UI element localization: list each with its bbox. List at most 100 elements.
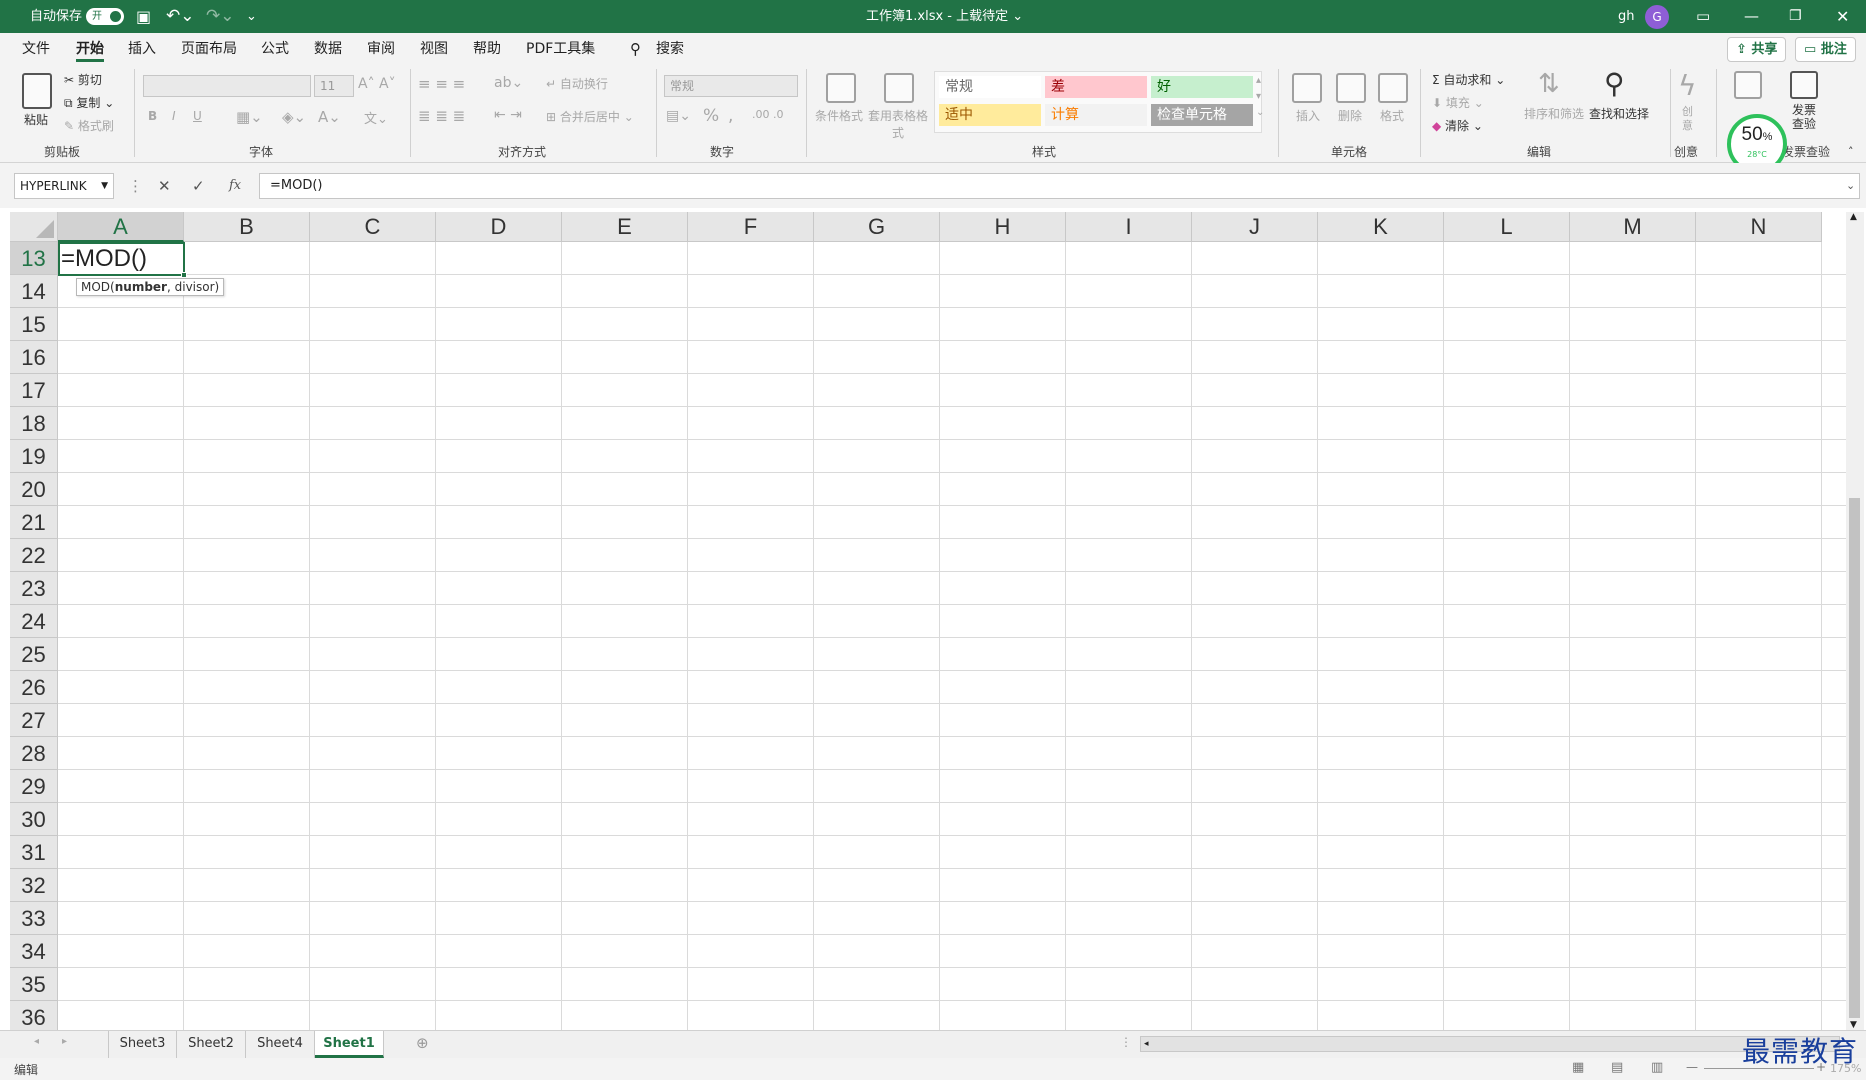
cell-area[interactable] xyxy=(58,242,1846,1030)
tab-view[interactable]: 视图 xyxy=(420,33,448,65)
row-header-35[interactable]: 35 xyxy=(10,968,58,1001)
customize-qat-icon[interactable]: ⌄ xyxy=(246,0,257,33)
next-sheet-icon[interactable]: ▸ xyxy=(62,1036,67,1047)
style-neutral[interactable]: 适中 xyxy=(939,104,1041,126)
align-left-icon[interactable]: ≣ ≣ ≣ xyxy=(418,107,465,125)
phonetic-icon[interactable]: 文⌄ xyxy=(364,108,388,127)
column-header-c[interactable]: C xyxy=(310,212,436,242)
comma-icon[interactable]: , xyxy=(728,106,733,126)
border-icon[interactable]: ▦⌄ xyxy=(236,108,263,126)
row-header-31[interactable]: 31 xyxy=(10,836,58,869)
scroll-down-icon[interactable]: ▼ xyxy=(1850,1020,1857,1030)
row-header-16[interactable]: 16 xyxy=(10,341,58,374)
restore-icon[interactable]: ❐ xyxy=(1789,0,1802,33)
sheet-tab-sheet1[interactable]: Sheet1 xyxy=(315,1031,384,1058)
scroll-up-icon[interactable]: ▲ xyxy=(1850,212,1857,222)
insert-function-button[interactable]: fx xyxy=(229,173,241,199)
cut-button[interactable]: ✂ 剪切 xyxy=(64,71,102,88)
share-button[interactable]: ⇪ 共享 xyxy=(1727,37,1787,62)
minimize-icon[interactable]: — xyxy=(1744,0,1759,33)
fill-color-icon[interactable]: ◈⌄ xyxy=(282,108,306,126)
column-header-f[interactable]: F xyxy=(688,212,814,242)
save-icon[interactable]: ▣ xyxy=(136,0,151,33)
invoice-check-label[interactable]: 发票查验 xyxy=(1792,103,1818,131)
autosave-toggle[interactable]: 开 xyxy=(86,8,124,25)
row-header-21[interactable]: 21 xyxy=(10,506,58,539)
number-format-select[interactable]: 常规 xyxy=(664,75,798,97)
expand-formula-icon[interactable]: ⌄ xyxy=(1846,173,1855,199)
ribbon-display-icon[interactable]: ▭ xyxy=(1696,0,1710,33)
add-sheet-icon[interactable]: ⊕ xyxy=(416,1034,429,1052)
chevron-down-icon[interactable]: ▼ xyxy=(101,174,108,198)
normal-view-icon[interactable]: ▦ xyxy=(1572,1060,1584,1075)
cancel-button[interactable]: ✕ xyxy=(158,173,171,199)
style-calculation[interactable]: 计算 xyxy=(1045,104,1147,126)
tab-file[interactable]: 文件 xyxy=(22,33,50,65)
row-header-32[interactable]: 32 xyxy=(10,869,58,902)
delete-cells-label[interactable]: 删除 xyxy=(1338,107,1362,124)
find-select-label[interactable]: 查找和选择 xyxy=(1589,105,1649,122)
row-header-22[interactable]: 22 xyxy=(10,539,58,572)
insert-cells-icon[interactable] xyxy=(1292,73,1322,103)
row-header-23[interactable]: 23 xyxy=(10,572,58,605)
column-header-h[interactable]: H xyxy=(940,212,1066,242)
tab-data[interactable]: 数据 xyxy=(314,33,342,65)
comment-button[interactable]: ▭ 批注 xyxy=(1795,37,1856,62)
row-header-34[interactable]: 34 xyxy=(10,935,58,968)
fill-button[interactable]: ⬇ 填充 ⌄ xyxy=(1432,94,1484,111)
delete-cells-icon[interactable] xyxy=(1336,73,1366,103)
row-header-28[interactable]: 28 xyxy=(10,737,58,770)
sort-filter-icon[interactable]: ⇅ xyxy=(1538,69,1560,99)
tab-insert[interactable]: 插入 xyxy=(128,33,156,65)
row-header-18[interactable]: 18 xyxy=(10,407,58,440)
orientation-icon[interactable]: ab⌄ xyxy=(494,75,523,91)
conditional-format-icon[interactable] xyxy=(826,73,856,103)
split-handle-icon[interactable]: ⋮ xyxy=(1120,1035,1132,1049)
clear-button[interactable]: ◆ 清除 ⌄ xyxy=(1432,117,1483,134)
row-header-25[interactable]: 25 xyxy=(10,638,58,671)
indent-icon[interactable]: ⇤ ⇥ xyxy=(494,107,522,123)
row-header-33[interactable]: 33 xyxy=(10,902,58,935)
currency-icon[interactable]: ▤⌄ xyxy=(666,108,691,124)
column-header-b[interactable]: B xyxy=(184,212,310,242)
bold-button[interactable]: B xyxy=(148,109,157,123)
row-header-14[interactable]: 14 xyxy=(10,275,58,308)
close-icon[interactable]: ✕ xyxy=(1836,0,1849,33)
align-top-icon[interactable]: ≡ ≡ ≡ xyxy=(418,75,465,93)
underline-button[interactable]: U xyxy=(193,109,202,123)
merge-center-button[interactable]: ⊞ 合并后居中 ⌄ xyxy=(546,108,634,125)
insert-cells-label[interactable]: 插入 xyxy=(1296,107,1320,124)
page-break-view-icon[interactable]: ▥ xyxy=(1651,1060,1663,1075)
tab-page-layout[interactable]: 页面布局 xyxy=(181,33,237,65)
prev-sheet-icon[interactable]: ◂ xyxy=(34,1036,39,1047)
row-header-27[interactable]: 27 xyxy=(10,704,58,737)
page-layout-view-icon[interactable]: ▤ xyxy=(1611,1060,1623,1075)
column-header-d[interactable]: D xyxy=(436,212,562,242)
tooltip-current-arg[interactable]: number xyxy=(115,280,167,294)
row-header-15[interactable]: 15 xyxy=(10,308,58,341)
row-header-36[interactable]: 36 xyxy=(10,1001,58,1030)
redo-icon[interactable]: ↷⌄ xyxy=(206,0,235,33)
row-header-29[interactable]: 29 xyxy=(10,770,58,803)
tab-formulas[interactable]: 公式 xyxy=(261,33,289,65)
format-cells-label[interactable]: 格式 xyxy=(1380,107,1404,124)
copy-button[interactable]: ⧉ 复制 ⌄ xyxy=(64,94,114,111)
sensitive-icon[interactable] xyxy=(1734,71,1762,99)
row-header-13[interactable]: 13 xyxy=(10,242,58,275)
function-tooltip[interactable]: MOD(number, divisor) xyxy=(76,278,225,296)
document-title[interactable]: 工作簿1.xlsx - 上载待定 ⌄ xyxy=(866,0,1023,33)
grow-font-icon[interactable]: A˄ A˅ xyxy=(358,76,396,92)
row-header-19[interactable]: 19 xyxy=(10,440,58,473)
tab-help[interactable]: 帮助 xyxy=(473,33,501,65)
select-all-button[interactable] xyxy=(10,212,58,242)
lightning-icon[interactable]: ϟ xyxy=(1678,69,1696,102)
column-header-j[interactable]: J xyxy=(1192,212,1318,242)
invoice-check-icon[interactable] xyxy=(1790,71,1818,99)
search-label[interactable]: 搜索 xyxy=(656,33,684,65)
column-header-n[interactable]: N xyxy=(1696,212,1822,242)
formula-input[interactable]: =MOD() xyxy=(259,173,1860,199)
tab-review[interactable]: 审阅 xyxy=(367,33,395,65)
percent-icon[interactable]: % xyxy=(703,106,719,126)
font-size-select[interactable]: 11 xyxy=(314,75,354,97)
font-name-select[interactable] xyxy=(143,75,311,97)
